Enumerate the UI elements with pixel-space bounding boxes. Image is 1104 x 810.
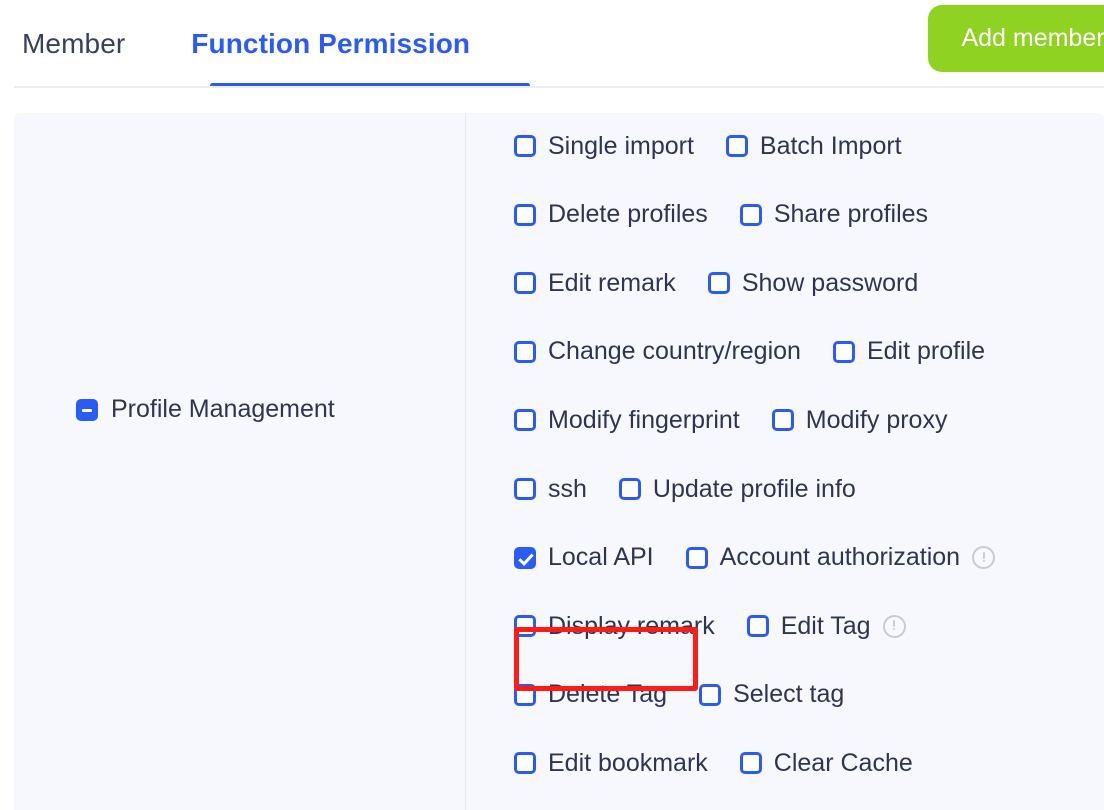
checkbox-checked[interactable] xyxy=(514,546,536,569)
permission-row: Single import Batch Import xyxy=(514,123,902,169)
permission-item[interactable]: Show password xyxy=(707,266,919,301)
permission-item-label: Update profile info xyxy=(652,474,856,503)
permission-item-label: Delete profiles xyxy=(548,200,708,229)
permission-item[interactable]: Select tag xyxy=(699,677,844,712)
checkbox-unchecked[interactable] xyxy=(685,546,708,569)
permission-item[interactable]: Local API xyxy=(514,540,654,575)
permission-item-label: Clear Cache xyxy=(773,748,913,777)
permission-item-label: Display remark xyxy=(548,611,715,640)
permission-row: Display remark Edit Tag xyxy=(514,603,906,649)
permission-item-label: Show password xyxy=(741,268,919,297)
permission-items-column: Single import Batch Import Delete profiles… xyxy=(466,113,1104,810)
tab-function-permission[interactable]: Function Permission xyxy=(125,0,470,88)
permission-item-label: Account authorization xyxy=(719,543,961,572)
permission-item[interactable]: Single import xyxy=(514,129,694,164)
permission-item-label: Local API xyxy=(548,543,654,572)
permission-item-label: Modify proxy xyxy=(805,405,948,434)
checkbox-unchecked[interactable] xyxy=(514,478,536,500)
permissions-panel: Profile Management Single import Batch Im… xyxy=(14,113,1104,810)
checkbox-unchecked[interactable] xyxy=(514,409,536,432)
checkbox-unchecked[interactable] xyxy=(514,135,536,157)
add-member-label: Add member xyxy=(961,24,1104,52)
permission-item[interactable]: Display remark xyxy=(514,609,715,644)
checkbox-unchecked[interactable] xyxy=(771,409,794,432)
tab-list: Member Function Permission xyxy=(0,0,470,88)
checkbox-unchecked[interactable] xyxy=(739,203,762,226)
permission-item-label: Edit Tag xyxy=(780,611,871,640)
permission-row: Delete Tag Select tag xyxy=(514,672,844,718)
permission-item[interactable]: Modify fingerprint xyxy=(514,403,740,438)
info-icon[interactable] xyxy=(882,614,906,638)
checkbox-unchecked[interactable] xyxy=(618,478,641,500)
checkbox-unchecked[interactable] xyxy=(832,340,855,363)
tab-member[interactable]: Member xyxy=(0,0,125,88)
permission-item[interactable]: Edit remark xyxy=(514,266,676,301)
permission-row: Delete profiles Share profiles xyxy=(514,192,928,238)
permission-row: ssh Update profile info xyxy=(514,466,856,512)
permission-item[interactable]: Share profiles xyxy=(739,197,929,232)
permission-row: Change country/region Edit profile xyxy=(514,329,985,375)
permission-item-label: Edit bookmark xyxy=(548,748,708,777)
permission-row: Edit bookmark Clear Cache xyxy=(514,740,913,786)
checkbox-unchecked[interactable] xyxy=(514,203,536,226)
permission-item-label: Batch Import xyxy=(759,131,902,160)
permission-item-label: ssh xyxy=(548,474,587,503)
permission-item[interactable]: Clear Cache xyxy=(739,746,913,781)
permission-item-label: Single import xyxy=(548,131,694,160)
permission-item[interactable]: Batch Import xyxy=(725,129,902,164)
permission-item-label: Share profiles xyxy=(773,200,929,229)
checkbox-unchecked[interactable] xyxy=(514,340,536,363)
tab-bar-divider xyxy=(14,86,1104,88)
permission-item-label: Modify fingerprint xyxy=(548,405,740,434)
permission-item[interactable]: Delete Tag xyxy=(514,677,667,712)
permission-item[interactable]: Change country/region xyxy=(514,334,801,369)
permissions-page: Member Function Permission Add member Pr… xyxy=(0,0,1104,810)
group-checkbox-indeterminate[interactable] xyxy=(76,398,98,421)
tab-function-permission-label: Function Permission xyxy=(191,28,471,59)
permission-item[interactable]: Edit Tag xyxy=(746,609,871,644)
checkbox-unchecked[interactable] xyxy=(746,615,769,638)
permission-item[interactable]: Account authorization xyxy=(685,540,961,575)
permission-row: Modify fingerprint Modify proxy xyxy=(514,397,947,443)
permission-item[interactable]: Modify proxy xyxy=(771,403,948,438)
checkbox-unchecked[interactable] xyxy=(514,683,536,706)
permission-item-label: Change country/region xyxy=(548,337,801,366)
permission-item[interactable]: Edit bookmark xyxy=(514,746,708,781)
permission-item-label: Select tag xyxy=(733,680,845,709)
checkbox-unchecked[interactable] xyxy=(514,615,536,638)
add-member-button[interactable]: Add member xyxy=(928,5,1104,72)
permission-group-label: Profile Management xyxy=(111,395,335,423)
permission-item[interactable]: Delete profiles xyxy=(514,197,708,232)
tab-member-label: Member xyxy=(22,28,126,59)
checkbox-unchecked[interactable] xyxy=(514,272,536,295)
permission-row: Edit remark Show password xyxy=(514,260,918,306)
checkbox-unchecked[interactable] xyxy=(725,135,748,157)
permission-item[interactable]: ssh xyxy=(514,472,587,507)
permission-item-label: Edit remark xyxy=(548,268,676,297)
checkbox-unchecked[interactable] xyxy=(514,752,536,775)
tab-bar: Member Function Permission Add member xyxy=(0,0,1104,88)
checkbox-unchecked[interactable] xyxy=(699,683,722,706)
permission-item-label: Delete Tag xyxy=(548,680,668,709)
permission-item-label: Edit profile xyxy=(866,337,986,366)
info-icon[interactable] xyxy=(972,546,996,570)
permission-row: Local API Account authorization xyxy=(514,535,996,581)
permission-group-column: Profile Management xyxy=(14,113,465,810)
permission-item[interactable]: Edit profile xyxy=(832,334,986,369)
checkbox-unchecked[interactable] xyxy=(739,752,762,775)
permission-item[interactable]: Update profile info xyxy=(618,472,856,507)
checkbox-unchecked[interactable] xyxy=(707,272,730,295)
permission-group-profile-management[interactable]: Profile Management xyxy=(76,395,335,424)
